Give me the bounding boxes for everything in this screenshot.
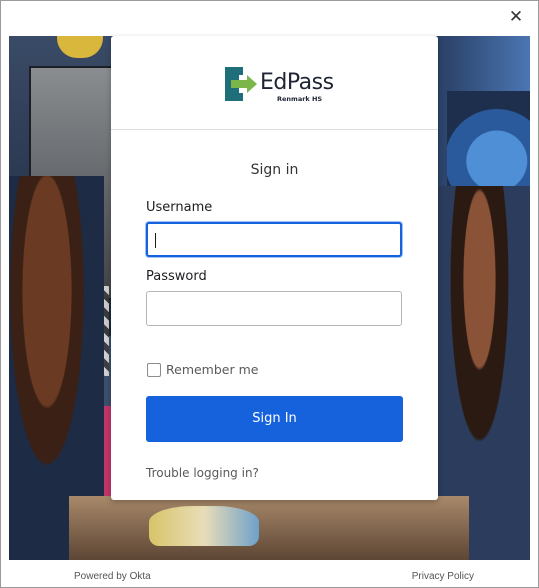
footer: Powered by Okta Privacy Policy [1,561,538,587]
title-bar: ✕ [1,1,538,34]
powered-by-text: Powered by Okta [74,571,151,582]
username-label: Username [146,200,213,215]
trouble-logging-in-link[interactable]: Trouble logging in? [146,466,259,480]
sign-in-card: EdPass Renmark HS Sign in Username Passw… [111,36,438,500]
brand-name: EdPass [260,70,334,95]
login-window: ✕ EdPass Renmark HS Sign in Username Pas… [0,0,539,588]
logo-header: EdPass Renmark HS [111,36,438,130]
edpass-logo-icon [225,67,257,101]
password-field[interactable] [146,291,402,326]
sign-in-button[interactable]: Sign In [146,396,403,442]
password-label: Password [146,269,207,284]
remember-me-checkbox[interactable] [147,363,161,377]
brand-subname: Renmark HS [277,95,323,103]
username-field[interactable] [146,222,402,257]
page-title: Sign in [250,162,299,178]
text-caret [155,233,156,248]
privacy-policy-link[interactable]: Privacy Policy [412,571,474,582]
remember-me-label[interactable]: Remember me [166,362,258,377]
close-icon[interactable]: ✕ [506,7,526,27]
